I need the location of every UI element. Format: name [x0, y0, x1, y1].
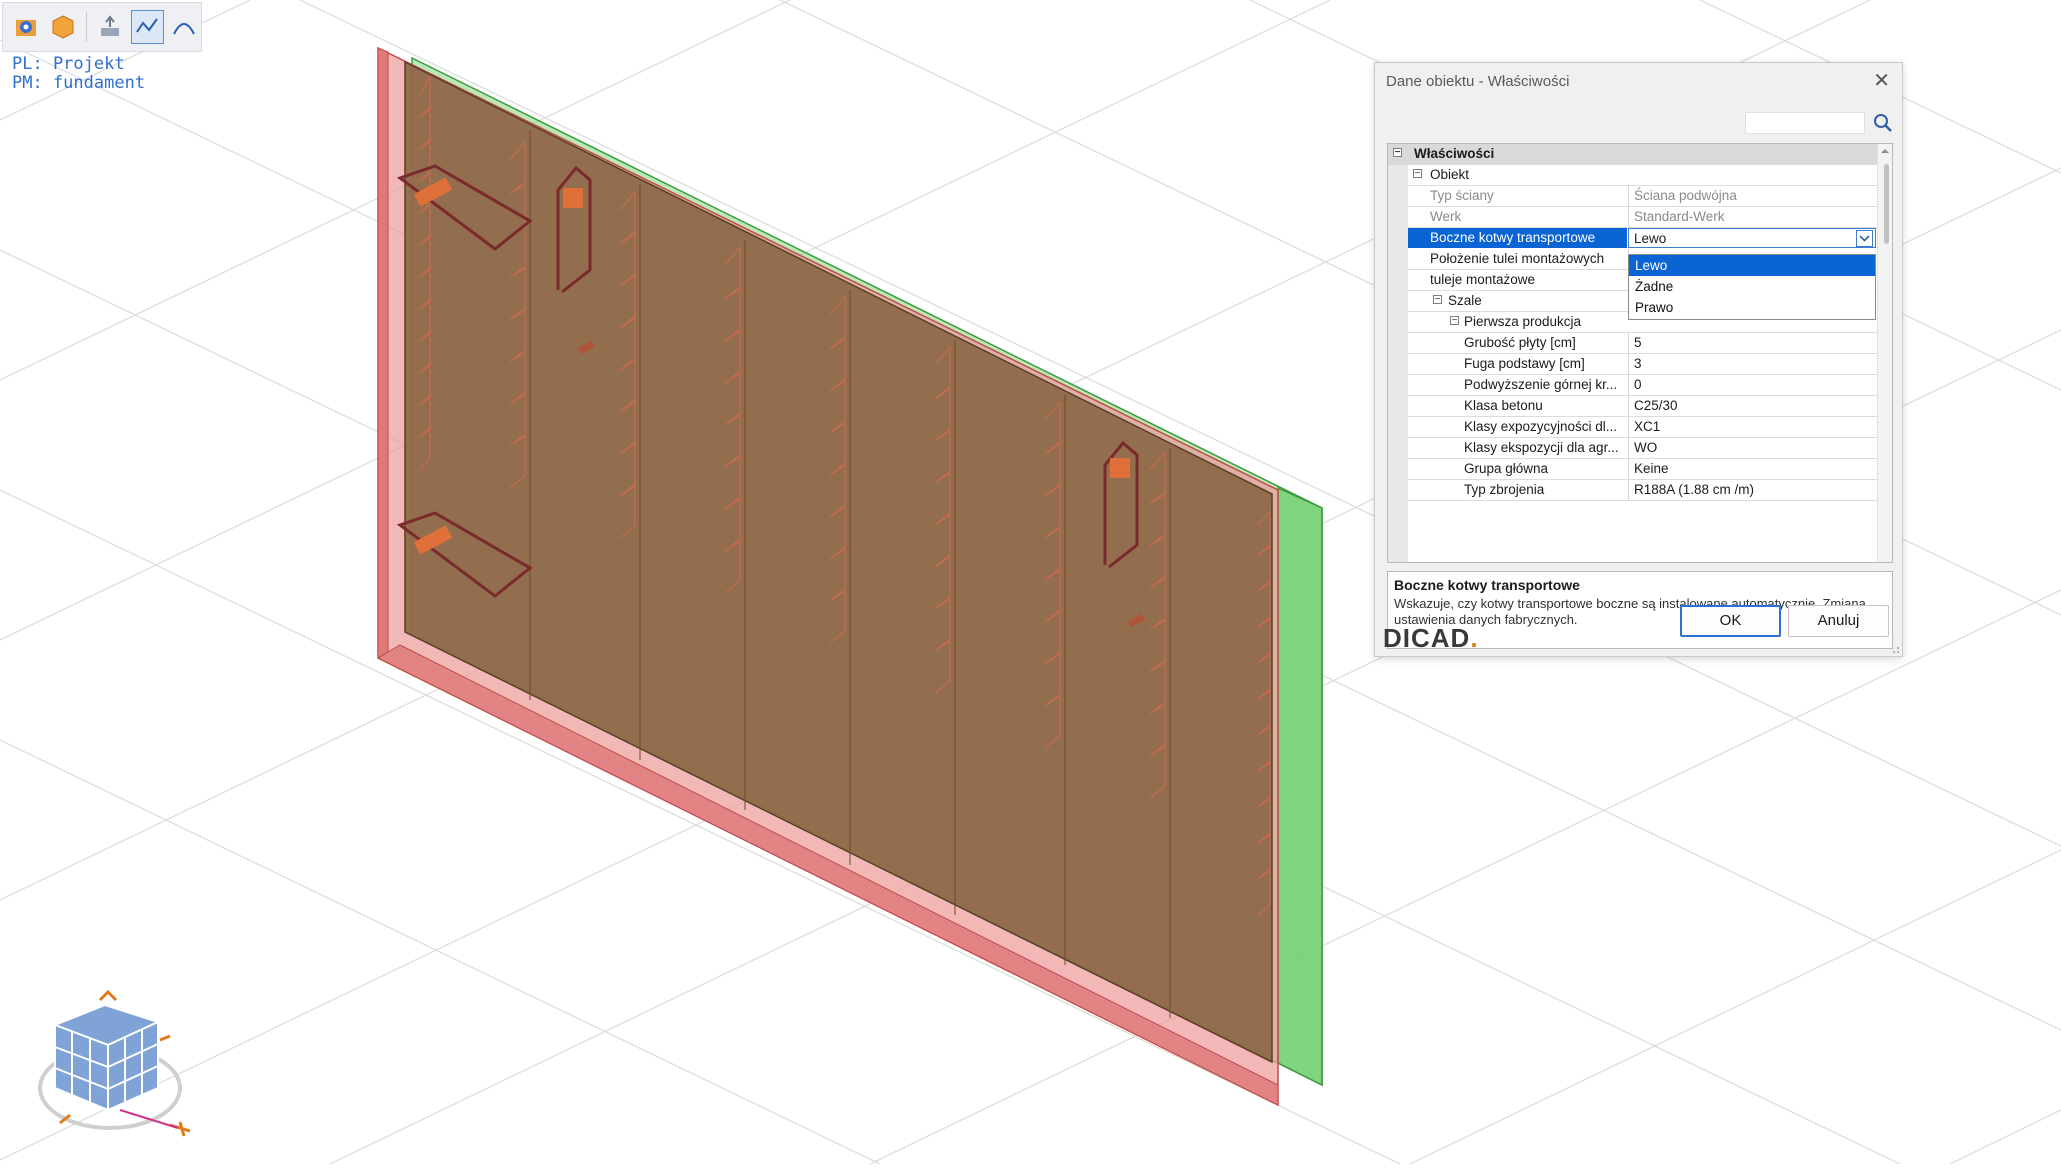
property-name: Klasy ekspozycji dla agr...: [1464, 440, 1619, 455]
property-name: tuleje montażowe: [1430, 272, 1536, 287]
property-value[interactable]: 3: [1628, 354, 1876, 374]
property-name: Klasy expozycyjności dl...: [1464, 419, 1618, 434]
section-label: Właściwości: [1414, 146, 1495, 161]
resize-grip-icon[interactable]: [1890, 644, 1900, 654]
help-title: Boczne kotwy transportowe: [1394, 577, 1580, 593]
property-name: Podwyższenie górnej kr...: [1464, 377, 1618, 392]
search-icon[interactable]: [1872, 112, 1894, 134]
concrete-core[interactable]: [404, 60, 1273, 1064]
cube-icon[interactable]: [46, 10, 79, 44]
view-toolbar: [2, 2, 202, 52]
property-row-concrete-class[interactable]: Klasa betonu C25/30: [1388, 396, 1878, 417]
arc-icon[interactable]: [168, 10, 201, 44]
property-name: Fuga podstawy [cm]: [1464, 356, 1585, 371]
property-name: Klasa betonu: [1464, 398, 1543, 413]
side-anchors-select[interactable]: Lewo: [1628, 228, 1876, 248]
dropdown-option-right[interactable]: Prawo: [1629, 297, 1875, 318]
side-anchors-dropdown[interactable]: Lewo Żadne Prawo: [1628, 254, 1876, 320]
group-object[interactable]: − Obiekt: [1388, 165, 1878, 186]
export-icon[interactable]: [94, 10, 127, 44]
ok-button[interactable]: OK: [1680, 605, 1781, 637]
property-row-aggressive-exposure[interactable]: Klasy ekspozycji dla agr... WO: [1388, 438, 1878, 459]
property-value[interactable]: R188A (1.88 cm /m): [1628, 480, 1876, 500]
property-name: Położenie tulei montażowych: [1430, 251, 1605, 266]
dialog-title: Dane obiektu - Właściwości: [1386, 73, 1570, 90]
section-properties[interactable]: − Właściwości: [1388, 144, 1878, 165]
object-properties-dialog: Dane obiektu - Właściwości ✕ − Właściwoś…: [1374, 62, 1903, 657]
property-name: Grubość płyty [cm]: [1464, 335, 1576, 350]
property-value: Ściana podwójna: [1628, 186, 1876, 206]
project-line: PL: Projekt: [12, 54, 125, 74]
group-label: Szale: [1448, 293, 1482, 308]
collapse-icon[interactable]: −: [1413, 169, 1422, 179]
grid-scrollbar[interactable]: [1877, 144, 1892, 562]
property-row-top-raise[interactable]: Podwyższenie górnej kr... 0: [1388, 375, 1878, 396]
property-value[interactable]: 0: [1628, 375, 1876, 395]
group-label: Obiekt: [1430, 167, 1470, 182]
property-value: Standard-Werk: [1628, 207, 1876, 227]
property-value[interactable]: WO: [1628, 438, 1876, 458]
project-info: PL: Projekt PM: fundament: [12, 55, 145, 93]
property-row-side-anchors[interactable]: Boczne kotwy transportowe Lewo: [1388, 228, 1878, 249]
property-name: Grupa główna: [1464, 461, 1549, 476]
dropdown-option-left[interactable]: Lewo: [1629, 255, 1875, 276]
collapse-icon[interactable]: −: [1433, 295, 1442, 305]
search-input[interactable]: [1745, 112, 1865, 134]
cancel-button[interactable]: Anuluj: [1788, 605, 1889, 637]
property-row-reinforcement-type[interactable]: Typ zbrojenia R188A (1.88 cm /m): [1388, 480, 1878, 501]
view-object-icon[interactable]: [9, 10, 42, 44]
collapse-icon[interactable]: −: [1450, 316, 1459, 326]
property-name: Typ ściany: [1430, 188, 1494, 203]
collapse-icon[interactable]: −: [1393, 148, 1402, 158]
property-row-plant[interactable]: Werk Standard-Werk: [1388, 207, 1878, 228]
property-row-main-group[interactable]: Grupa główna Keine: [1388, 459, 1878, 480]
property-value[interactable]: C25/30: [1628, 396, 1876, 416]
property-name: Werk: [1430, 209, 1462, 224]
group-label: Pierwsza produkcja: [1464, 314, 1582, 329]
dropdown-option-none[interactable]: Żadne: [1629, 276, 1875, 297]
line-mode-icon[interactable]: [130, 10, 164, 44]
dicad-logo: DICAD.: [1383, 623, 1479, 653]
navigation-cube[interactable]: [38, 989, 191, 1137]
property-row-wall-type[interactable]: Typ ściany Ściana podwójna: [1388, 186, 1878, 207]
property-name: Typ zbrojenia: [1464, 482, 1545, 497]
model-line: PM: fundament: [12, 73, 146, 93]
toolbar-separator: [86, 12, 87, 42]
property-row-exposure-class[interactable]: Klasy expozycyjności dl... XC1: [1388, 417, 1878, 438]
property-grid[interactable]: − Właściwości − Obiekt Typ ściany Ściana…: [1387, 143, 1893, 563]
close-icon[interactable]: ✕: [1873, 71, 1890, 91]
property-row-base-joint[interactable]: Fuga podstawy [cm] 3: [1388, 354, 1878, 375]
property-name: Boczne kotwy transportowe: [1408, 228, 1627, 248]
property-value[interactable]: Keine: [1628, 459, 1876, 479]
scroll-thumb[interactable]: [1884, 164, 1889, 244]
property-value[interactable]: XC1: [1628, 417, 1876, 437]
scroll-up-icon[interactable]: [1878, 145, 1892, 157]
property-value[interactable]: 5: [1628, 333, 1876, 353]
chevron-down-icon[interactable]: [1856, 230, 1873, 247]
property-row-slab-thickness[interactable]: Grubość płyty [cm] 5: [1388, 333, 1878, 354]
selected-value: Lewo: [1634, 231, 1667, 246]
